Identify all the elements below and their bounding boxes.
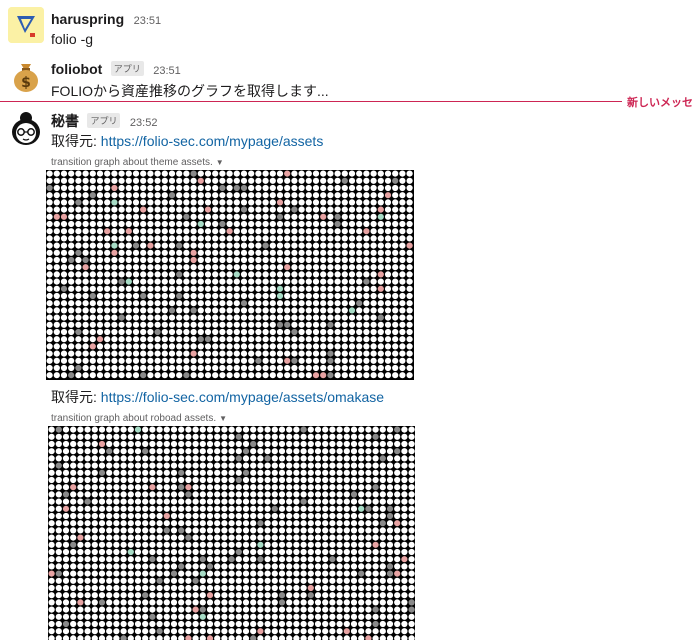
- money-bag-icon: $: [8, 58, 44, 94]
- source-label: 取得元:: [51, 389, 101, 405]
- timestamp[interactable]: 23:51: [153, 65, 181, 77]
- app-badge: アプリ: [87, 113, 121, 128]
- username[interactable]: 秘書: [51, 113, 79, 129]
- source-link-assets[interactable]: https://folio-sec.com/mypage/assets: [101, 133, 324, 149]
- message-text: FOLIOから資産推移のグラフを取得します...: [51, 83, 329, 99]
- app-badge: アプリ: [110, 61, 144, 76]
- new-messages-label: 新しいメッセ: [622, 94, 693, 110]
- avatar[interactable]: $: [8, 58, 44, 94]
- attachment-caption-1[interactable]: transition graph about theme assets. ▼: [51, 157, 224, 168]
- avatar[interactable]: [8, 110, 44, 146]
- svg-text:$: $: [21, 75, 31, 91]
- username[interactable]: haruspring: [51, 11, 124, 27]
- caret-down-icon[interactable]: ▼: [216, 158, 224, 167]
- source-line-1: 取得元: https://folio-sec.com/mypage/assets: [51, 131, 323, 151]
- username[interactable]: foliobot: [51, 61, 102, 77]
- new-messages-divider: [0, 101, 693, 102]
- source-link-omakase[interactable]: https://folio-sec.com/mypage/assets/omak…: [101, 389, 384, 405]
- caption-text: transition graph about roboad assets.: [51, 413, 217, 424]
- source-label: 取得元:: [51, 133, 101, 149]
- timestamp[interactable]: 23:52: [130, 117, 158, 129]
- paper-plane-icon: [8, 7, 44, 43]
- timestamp[interactable]: 23:51: [134, 15, 162, 27]
- message-text: folio -g: [51, 31, 94, 47]
- source-line-2: 取得元: https://folio-sec.com/mypage/assets…: [51, 387, 384, 407]
- roboad-assets-graph-image[interactable]: [48, 426, 415, 640]
- theme-assets-graph-image[interactable]: [46, 170, 414, 380]
- caption-text: transition graph about theme assets.: [51, 157, 213, 168]
- graph-dot-grid: [46, 170, 413, 379]
- secretary-face-icon: [8, 110, 44, 146]
- caret-down-icon[interactable]: ▼: [219, 414, 227, 423]
- attachment-caption-2[interactable]: transition graph about roboad assets. ▼: [51, 413, 227, 424]
- avatar[interactable]: [8, 7, 44, 43]
- graph-dot-grid: [48, 426, 415, 640]
